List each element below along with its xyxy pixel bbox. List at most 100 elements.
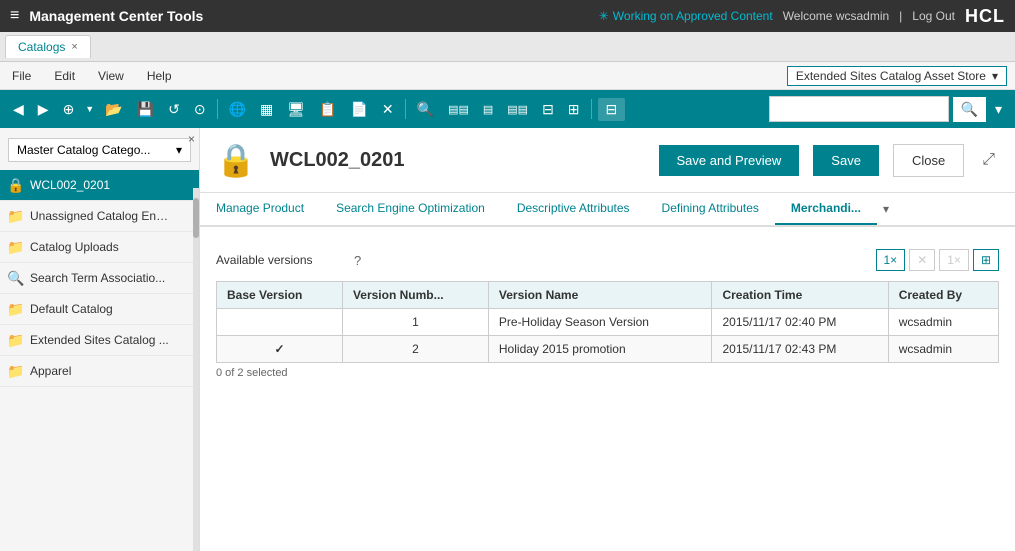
tab-bar: Catalogs × xyxy=(0,32,1015,62)
expand-button[interactable]: ⤢ xyxy=(978,147,999,173)
versions-section: Available versions ? 1× ✕ 1× ⊞ Base Vers… xyxy=(200,227,1015,551)
sidebar-item-unassigned[interactable]: 📁 Unassigned Catalog Entr... xyxy=(0,201,199,232)
toolbar-list-btn[interactable]: ▤ xyxy=(478,100,498,119)
save-button[interactable]: Save xyxy=(813,145,879,176)
versions-row: Available versions ? 1× ✕ 1× ⊞ xyxy=(216,249,999,271)
versions-toolbar: 1× ✕ 1× ⊞ xyxy=(876,249,1000,271)
sidebar-items: 🔒 WCL002_0201 📁 Unassigned Catalog Entr.… xyxy=(0,170,199,551)
toolbar-search-btn[interactable]: 🔍 xyxy=(412,98,439,121)
row2-version-name: Holiday 2015 promotion xyxy=(488,336,712,363)
top-bar: ≡ Management Center Tools ✳ Working on A… xyxy=(0,0,1015,32)
folder-blue-icon: 📁 xyxy=(8,208,24,224)
toolbar-copy-btn[interactable]: 📋 xyxy=(314,98,341,121)
toolbar-globe-btn[interactable]: 🌐 xyxy=(224,98,251,121)
catalogs-tab[interactable]: Catalogs × xyxy=(5,35,91,58)
toolbar-monitor-btn[interactable]: 🖥 xyxy=(282,98,310,121)
version-add-btn[interactable]: 1× xyxy=(876,249,906,271)
folder-blue-icon: 📁 xyxy=(8,239,24,255)
row1-version-name: Pre-Holiday Season Version xyxy=(488,309,712,336)
sidebar-item-default[interactable]: 📁 Default Catalog xyxy=(0,294,199,325)
toolbar-sku-btn[interactable]: ⊞ xyxy=(563,98,585,121)
toolbar-paste-btn[interactable]: 📄 xyxy=(345,98,372,121)
product-header: 🔒 WCL002_0201 Save and Preview Save Clos… xyxy=(200,128,1015,193)
sidebar-item-search[interactable]: 🔍 Search Term Associatio... xyxy=(0,263,199,294)
close-button[interactable]: Close xyxy=(893,144,964,177)
content-tabs: Manage Product Search Engine Optimizatio… xyxy=(200,193,1015,227)
sidebar-item-extended[interactable]: 📁 Extended Sites Catalog ... xyxy=(0,325,199,356)
tab-more-btn[interactable]: ▾ xyxy=(877,193,895,225)
hamburger-menu[interactable]: ≡ xyxy=(10,7,19,25)
sidebar-item-wcl002[interactable]: 🔒 WCL002_0201 xyxy=(0,170,199,201)
sidebar-item-uploads[interactable]: 📁 Catalog Uploads xyxy=(0,232,199,263)
lock-icon: 🔒 xyxy=(8,177,24,193)
sidebar-dropdown-label: Master Catalog Catego... xyxy=(17,143,150,157)
sidebar: × Master Catalog Catego... ▾ 🔒 WCL002_02… xyxy=(0,128,200,551)
toolbar-barcode-btn[interactable]: ▤▤ xyxy=(443,100,474,119)
row1-base xyxy=(217,309,343,336)
toolbar-separator-2 xyxy=(405,99,406,119)
toolbar-search-dropdown-btn[interactable]: ▾ xyxy=(990,98,1007,121)
toolbar-search-execute-btn[interactable]: 🔍 xyxy=(953,97,986,122)
tab-label: Catalogs xyxy=(18,40,65,54)
app-title: Management Center Tools xyxy=(29,8,203,24)
menu-view[interactable]: View xyxy=(94,67,128,85)
toolbar-add-btn[interactable]: ⊕ xyxy=(58,98,80,121)
toolbar-search-input[interactable] xyxy=(769,96,949,122)
status-indicator: ✳ Working on Approved Content xyxy=(599,9,773,23)
versions-available-label: Available versions xyxy=(216,253,346,267)
tab-seo[interactable]: Search Engine Optimization xyxy=(320,193,501,225)
table-row[interactable]: ✓ 2 Holiday 2015 promotion 2015/11/17 02… xyxy=(217,336,999,363)
save-preview-button[interactable]: Save and Preview xyxy=(659,145,800,176)
sidebar-item-label: Extended Sites Catalog ... xyxy=(30,333,169,347)
sidebar-item-label: Catalog Uploads xyxy=(30,240,119,254)
product-title: WCL002_0201 xyxy=(270,149,645,172)
sidebar-item-label: WCL002_0201 xyxy=(30,178,110,192)
versions-table: Base Version Version Numb... Version Nam… xyxy=(216,281,999,363)
help-icon[interactable]: ? xyxy=(354,253,361,268)
row2-base: ✓ xyxy=(217,336,343,363)
menu-help[interactable]: Help xyxy=(143,67,176,85)
menu-file[interactable]: File xyxy=(8,67,35,85)
sidebar-close-btn[interactable]: × xyxy=(188,132,195,146)
col-version-name: Version Name xyxy=(488,282,712,309)
toolbar-refresh-btn[interactable]: ↺ xyxy=(163,98,185,121)
store-selector[interactable]: Extended Sites Catalog Asset Store ▾ xyxy=(787,66,1007,86)
status-icon: ✳ xyxy=(599,9,609,23)
toolbar-forward-btn[interactable]: ▶ xyxy=(33,98,54,121)
sidebar-dropdown[interactable]: Master Catalog Catego... ▾ xyxy=(8,138,191,162)
version-cancel-btn[interactable]: ✕ xyxy=(909,249,935,271)
toolbar-separator-1 xyxy=(217,99,218,119)
version-grid-btn[interactable]: ⊞ xyxy=(973,249,999,271)
toolbar-back-btn[interactable]: ◀ xyxy=(8,98,29,121)
main-area: × Master Catalog Catego... ▾ 🔒 WCL002_02… xyxy=(0,128,1015,551)
sidebar-dropdown-arrow: ▾ xyxy=(176,143,182,157)
tab-merch[interactable]: Merchandi... xyxy=(775,193,877,225)
toolbar-save-btn[interactable]: 💾 xyxy=(132,98,159,121)
sidebar-scrollbar-thumb[interactable] xyxy=(193,198,199,238)
logout-link[interactable]: Log Out xyxy=(912,9,955,23)
sidebar-item-label: Apparel xyxy=(30,364,71,378)
toolbar-add-dropdown-btn[interactable]: ▼ xyxy=(83,101,96,117)
tab-descriptive[interactable]: Descriptive Attributes xyxy=(501,193,646,225)
toolbar-delete-btn[interactable]: ✕ xyxy=(377,98,399,121)
tab-close-icon[interactable]: × xyxy=(71,41,77,53)
tab-manage-product[interactable]: Manage Product xyxy=(200,193,320,225)
versions-table-header: Base Version Version Numb... Version Nam… xyxy=(217,282,999,309)
tab-defining[interactable]: Defining Attributes xyxy=(646,193,775,225)
table-footer: 0 of 2 selected xyxy=(216,367,999,379)
menu-edit[interactable]: Edit xyxy=(50,67,79,85)
version-edit-btn[interactable]: 1× xyxy=(939,249,969,271)
store-selector-label: Extended Sites Catalog Asset Store xyxy=(796,69,986,83)
sidebar-item-apparel[interactable]: 📁 Apparel xyxy=(0,356,199,387)
toolbar-stop-btn[interactable]: ⊙ xyxy=(189,98,211,121)
sidebar-scrollbar[interactable] xyxy=(193,188,199,551)
sidebar-item-label: Search Term Associatio... xyxy=(30,271,165,285)
row2-created-by: wcsadmin xyxy=(888,336,998,363)
toolbar-grid-btn[interactable]: ▦ xyxy=(255,98,278,121)
toolbar-special-btn[interactable]: ⊟ xyxy=(598,98,626,121)
toolbar-split-btn[interactable]: ⊟ xyxy=(537,98,559,121)
row1-created-by: wcsadmin xyxy=(888,309,998,336)
toolbar-open-btn[interactable]: 📂 xyxy=(100,98,127,121)
toolbar-barcode2-btn[interactable]: ▤▤ xyxy=(502,100,533,119)
table-row[interactable]: 1 Pre-Holiday Season Version 2015/11/17 … xyxy=(217,309,999,336)
